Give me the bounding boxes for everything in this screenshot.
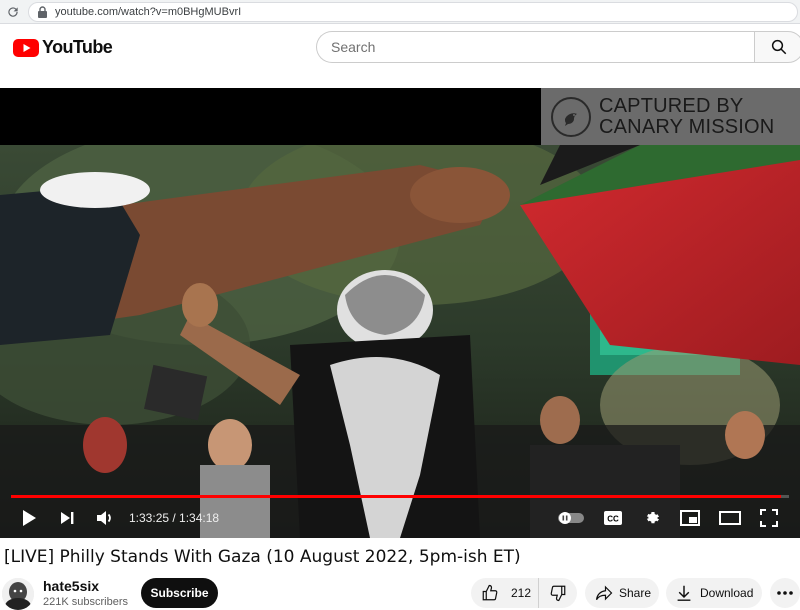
more-actions-button[interactable] — [770, 578, 800, 608]
video-frame — [0, 145, 800, 538]
download-label: Download — [700, 586, 754, 600]
play-button[interactable] — [18, 506, 40, 530]
share-arrow-icon — [595, 585, 613, 601]
channel-name[interactable]: hate5six — [43, 578, 99, 594]
canary-bird-icon — [551, 96, 591, 137]
watermark-line1: CAPTURED BY — [599, 94, 744, 117]
autoplay-toggle[interactable] — [556, 506, 586, 530]
reload-icon[interactable] — [0, 0, 26, 24]
more-horizontal-icon — [777, 591, 793, 595]
time-display: 1:33:25 / 1:34:18 — [129, 511, 220, 525]
video-player[interactable]: CAPTURED BY CANARY MISSION 1:33:25 / 1:3… — [0, 88, 800, 538]
youtube-play-logo-icon — [13, 38, 39, 57]
like-button[interactable]: 212 — [471, 578, 539, 608]
captions-button[interactable]: CC — [602, 506, 624, 530]
youtube-header: YouTube — [0, 24, 800, 74]
lock-icon — [37, 6, 49, 18]
url-field[interactable]: youtube.com/watch?v=m0BHgMUBvrI — [28, 2, 798, 22]
watermark-overlay: CAPTURED BY CANARY MISSION — [541, 88, 800, 145]
search-button[interactable] — [754, 31, 800, 63]
like-count: 212 — [511, 586, 532, 600]
miniplayer-icon — [680, 510, 700, 526]
theater-mode-icon — [719, 511, 741, 525]
gear-icon — [646, 512, 660, 524]
autoplay-toggle-icon — [558, 512, 584, 524]
subscribe-button[interactable]: Subscribe — [141, 578, 218, 608]
like-dislike-group: 212 — [471, 578, 577, 608]
captions-icon: CC — [604, 511, 622, 525]
player-controls: 1:33:25 / 1:34:18 CC — [0, 498, 800, 538]
watermark-line2: CANARY MISSION — [599, 115, 775, 138]
download-icon — [677, 585, 691, 601]
browser-address-bar: youtube.com/watch?v=m0BHgMUBvrI — [0, 0, 800, 24]
channel-avatar[interactable] — [2, 578, 34, 610]
url-text: youtube.com/watch?v=m0BHgMUBvrI — [55, 6, 242, 18]
svg-text:CC: CC — [607, 515, 619, 524]
youtube-logo[interactable]: YouTube — [13, 37, 113, 58]
search-box — [316, 31, 800, 63]
search-input[interactable] — [316, 31, 756, 63]
watermark-text: CAPTURED BY CANARY MISSION — [599, 94, 775, 138]
share-label: Share — [619, 586, 652, 600]
share-button[interactable]: Share — [585, 578, 659, 608]
volume-button[interactable] — [94, 506, 116, 530]
next-button[interactable] — [56, 506, 78, 530]
search-icon — [771, 39, 787, 55]
miniplayer-button[interactable] — [679, 506, 701, 530]
fullscreen-button[interactable] — [758, 506, 780, 530]
volume-icon — [97, 511, 111, 525]
owner-row: hate5six 221K subscribers Subscribe 212 … — [0, 574, 800, 610]
video-title: [LIVE] Philly Stands With Gaza (10 Augus… — [4, 547, 521, 567]
download-button[interactable]: Download — [666, 578, 762, 608]
settings-button[interactable] — [641, 506, 663, 530]
dislike-button[interactable] — [539, 578, 577, 608]
thumbs-down-icon — [550, 585, 566, 602]
logo-text: YouTube — [42, 37, 113, 57]
fullscreen-icon — [760, 509, 778, 527]
thumbs-up-icon — [482, 584, 498, 601]
skip-next-icon — [61, 512, 74, 524]
theater-mode-button[interactable] — [718, 506, 742, 530]
play-icon — [23, 510, 36, 526]
subscriber-count: 221K subscribers — [43, 596, 128, 608]
